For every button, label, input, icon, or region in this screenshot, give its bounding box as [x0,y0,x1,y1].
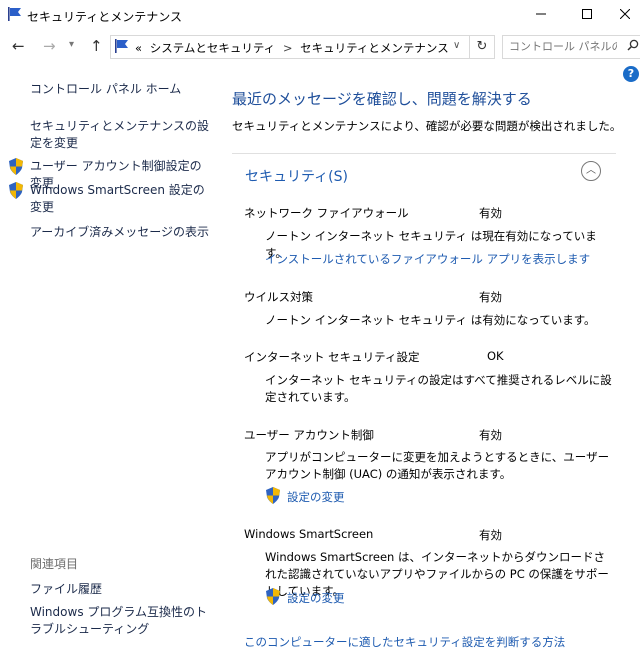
forward-arrow-icon[interactable]: → [43,37,56,55]
address-bar[interactable]: « システムとセキュリティ > セキュリティとメンテナンス ∨ [110,35,470,59]
navigation-bar: ← → ▾ ↑ « システムとセキュリティ > セキュリティとメンテナンス ∨ … [0,33,640,61]
security-settings-help-link[interactable]: このコンピューターに適したセキュリティ設定を判断する方法 [244,634,565,650]
antivirus-label: ウイルス対策 [244,290,313,304]
page-title: 最近のメッセージを確認し、問題を解決する [232,90,532,108]
firewall-label: ネットワーク ファイアウォール [244,206,409,220]
window-title: セキュリティとメンテナンス [27,10,183,24]
breadcrumb-item[interactable]: システムとセキュリティ [150,41,275,55]
help-icon[interactable]: ? [623,66,639,82]
collapse-chevron-icon[interactable]: ︿ [581,161,601,181]
uac-shield-icon [265,588,281,605]
control-panel-home-link[interactable]: コントロール パネル ホーム [30,81,210,98]
recent-locations-chevron-icon[interactable]: ▾ [69,39,74,50]
uac-shield-icon [8,182,24,199]
back-arrow-icon[interactable]: ← [12,37,25,55]
search-box[interactable] [502,35,640,59]
maximize-button[interactable] [564,0,610,30]
up-arrow-icon[interactable]: ↑ [90,37,103,55]
program-compatibility-troubleshooter-link[interactable]: Windows プログラム互換性のトラブルシューティング [30,604,210,638]
breadcrumb-separator-icon[interactable]: > [283,41,293,55]
uac-shield-icon [8,158,24,175]
uac-label: ユーザー アカウント制御 [244,428,374,442]
security-section-header[interactable]: セキュリティ(S) [245,166,348,186]
file-history-link[interactable]: ファイル履歴 [30,581,210,598]
breadcrumb: « システムとセキュリティ > セキュリティとメンテナンス [135,40,449,56]
close-button[interactable] [610,0,640,30]
flag-icon [114,39,130,56]
related-items-heading: 関連項目 [30,557,79,571]
uac-status: 有効 [479,428,502,442]
smartscreen-change-settings-link[interactable]: 設定の変更 [287,590,345,606]
page-subtitle: セキュリティとメンテナンスにより、確認が必要な問題が検出されました。 [232,119,622,133]
smartscreen-status: 有効 [479,528,502,542]
refresh-button[interactable]: ↻ [470,35,495,59]
antivirus-status: 有効 [479,290,502,304]
view-firewall-apps-link[interactable]: インストールされているファイアウォール アプリを表示します [265,251,590,267]
antivirus-description: ノートン インターネット セキュリティ は有効になっています。 [265,313,596,327]
uac-change-settings-link[interactable]: 設定の変更 [287,489,345,505]
title-bar: セキュリティとメンテナンス [0,0,640,30]
search-icon[interactable] [627,39,639,54]
search-input[interactable] [509,36,617,56]
breadcrumb-overflow[interactable]: « [135,41,142,55]
uac-shield-icon [265,487,281,504]
archived-messages-link[interactable]: アーカイブ済みメッセージの表示 [30,224,210,241]
uac-description: アプリがコンピューターに変更を加えようとするときに、ユーザー アカウント制御 (… [265,450,610,481]
firewall-status: 有効 [479,206,502,220]
breadcrumb-item[interactable]: セキュリティとメンテナンス [300,41,449,55]
internet-security-status: OK [487,349,504,363]
minimize-button[interactable] [518,0,564,30]
flag-icon [7,7,23,24]
divider [232,153,616,154]
change-maintenance-settings-link[interactable]: セキュリティとメンテナンスの設定を変更 [30,118,210,152]
address-dropdown-chevron-icon[interactable]: ∨ [453,40,460,51]
smartscreen-label: Windows SmartScreen [244,527,374,541]
internet-security-label: インターネット セキュリティ設定 [244,350,420,364]
smartscreen-settings-link[interactable]: Windows SmartScreen 設定の変更 [30,182,210,216]
internet-security-description: インターネット セキュリティの設定はすべて推奨されるレベルに設定されています。 [265,373,612,404]
